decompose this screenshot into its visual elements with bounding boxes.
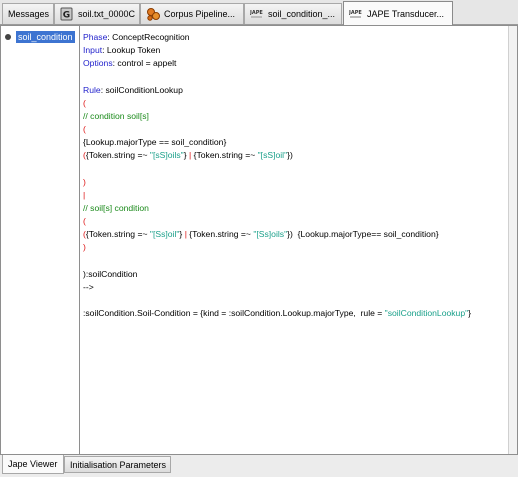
code-line: {Lookup.majorType == soil_condition}	[83, 137, 226, 148]
code-line: )	[83, 242, 86, 253]
tab-label: Jape Viewer	[8, 459, 58, 469]
code-token: : control = appelt	[112, 58, 177, 69]
code-line: ({Token.string =~ "[Ss]oil"} | {Token.st…	[83, 229, 439, 240]
code-token: -->	[83, 281, 94, 292]
code-token: (	[83, 124, 86, 135]
code-token: "soilConditionLookup"	[384, 308, 469, 319]
vertical-scrollbar[interactable]	[508, 26, 517, 454]
tree-item-soil-condition[interactable]: soil_condition	[5, 31, 75, 43]
code-token: "[Ss]oils"	[253, 229, 288, 240]
code-token: ):soilCondition	[83, 268, 138, 279]
code-token: |	[83, 189, 86, 200]
code-token: })	[287, 150, 293, 161]
tree-item-label: soil_condition	[16, 31, 75, 43]
code-line: (	[83, 98, 86, 109]
document-tab-bar: Messages G soil.txt_0000C Corpus Pipelin…	[0, 0, 518, 25]
code-line: ):soilCondition	[83, 269, 137, 280]
code-token: {Token.string =~	[191, 150, 258, 161]
code-token: (	[83, 97, 86, 108]
code-token: {Lookup.majorType == soil_condition}	[83, 137, 227, 148]
code-line: Options: control = appelt	[83, 58, 176, 69]
code-line: -->	[83, 282, 94, 293]
jape-viewer-panel: soil_condition Phase: ConceptRecognition…	[0, 25, 518, 455]
tab-corpus-pipeline[interactable]: Corpus Pipeline...	[140, 3, 244, 24]
code-token: "[Ss]oil"	[149, 229, 180, 240]
tab-label: JAPE Transducer...	[367, 8, 445, 19]
code-token: )	[83, 242, 86, 253]
code-token: }) {Lookup.majorType== soil_condition}	[287, 229, 439, 240]
tab-label: Initialisation Parameters	[70, 459, 167, 470]
code-line: ({Token.string =~ "[sS]oils"} | {Token.s…	[83, 150, 293, 161]
tab-messages[interactable]: Messages	[2, 3, 54, 24]
code-token: // condition soil[s]	[83, 110, 149, 121]
code-token: Rule	[83, 84, 101, 95]
jape-source-text[interactable]: Phase: ConceptRecognition Input: Lookup T…	[83, 26, 511, 454]
code-token: : soilConditionLookup	[100, 84, 183, 95]
code-token: {Token.string =~	[85, 229, 150, 240]
code-token: Phase	[83, 32, 108, 42]
tab-jape-viewer[interactable]: Jape Viewer	[2, 455, 64, 474]
code-line: // condition soil[s]	[83, 111, 149, 122]
tab-label: Messages	[8, 9, 50, 19]
jape-icon: JAPE	[250, 7, 264, 21]
code-token: : Lookup Token	[102, 45, 161, 56]
code-token: )	[83, 176, 86, 187]
code-line: Phase: ConceptRecognition	[83, 32, 190, 43]
tab-label: Corpus Pipeline...	[164, 9, 236, 19]
code-line: (	[83, 124, 86, 135]
tab-jape-transducer[interactable]: JAPE JAPE Transducer...	[343, 1, 453, 25]
code-token: (	[83, 216, 86, 227]
phase-tree: soil_condition	[1, 26, 80, 454]
code-line: // soil[s] condition	[83, 203, 149, 214]
code-token: "[sS]oil"	[257, 150, 288, 161]
svg-text:G: G	[63, 11, 70, 21]
code-token: }	[468, 308, 472, 319]
tab-initialisation-parameters[interactable]: Initialisation Parameters	[64, 456, 171, 473]
code-token: // soil[s] condition	[83, 202, 149, 213]
tab-document[interactable]: G soil.txt_0000C	[54, 3, 140, 24]
code-line: )	[83, 177, 86, 188]
tab-label: soil_condition_...	[268, 9, 336, 19]
code-line: Input: Lookup Token	[83, 45, 160, 56]
document-g-icon: G	[60, 7, 74, 21]
code-line: |	[83, 190, 85, 201]
code-token: {Token.string =~	[85, 150, 150, 161]
tree-node-icon	[5, 34, 11, 40]
svg-text:JAPE: JAPE	[349, 10, 362, 16]
code-token: "[sS]oils"	[149, 150, 184, 161]
code-token: {Token.string =~	[186, 229, 254, 240]
jape-icon: JAPE	[349, 7, 363, 21]
code-token: Input	[83, 45, 103, 56]
code-token: Options	[83, 58, 113, 69]
gear-cluster-icon	[146, 7, 160, 21]
svg-text:JAPE: JAPE	[250, 10, 263, 16]
code-line: :soilCondition.Soil-Condition = {kind = …	[83, 308, 471, 319]
tab-soil-condition[interactable]: JAPE soil_condition_...	[244, 3, 342, 24]
code-line: Rule: soilConditionLookup	[83, 85, 183, 96]
code-token: :soilCondition.Soil-Condition = {kind = …	[83, 308, 385, 319]
code-line: (	[83, 216, 86, 227]
tab-label: soil.txt_0000C	[78, 9, 136, 19]
bottom-tab-bar: Jape Viewer Initialisation Parameters	[0, 455, 518, 477]
code-token: : ConceptRecognition	[107, 32, 190, 42]
